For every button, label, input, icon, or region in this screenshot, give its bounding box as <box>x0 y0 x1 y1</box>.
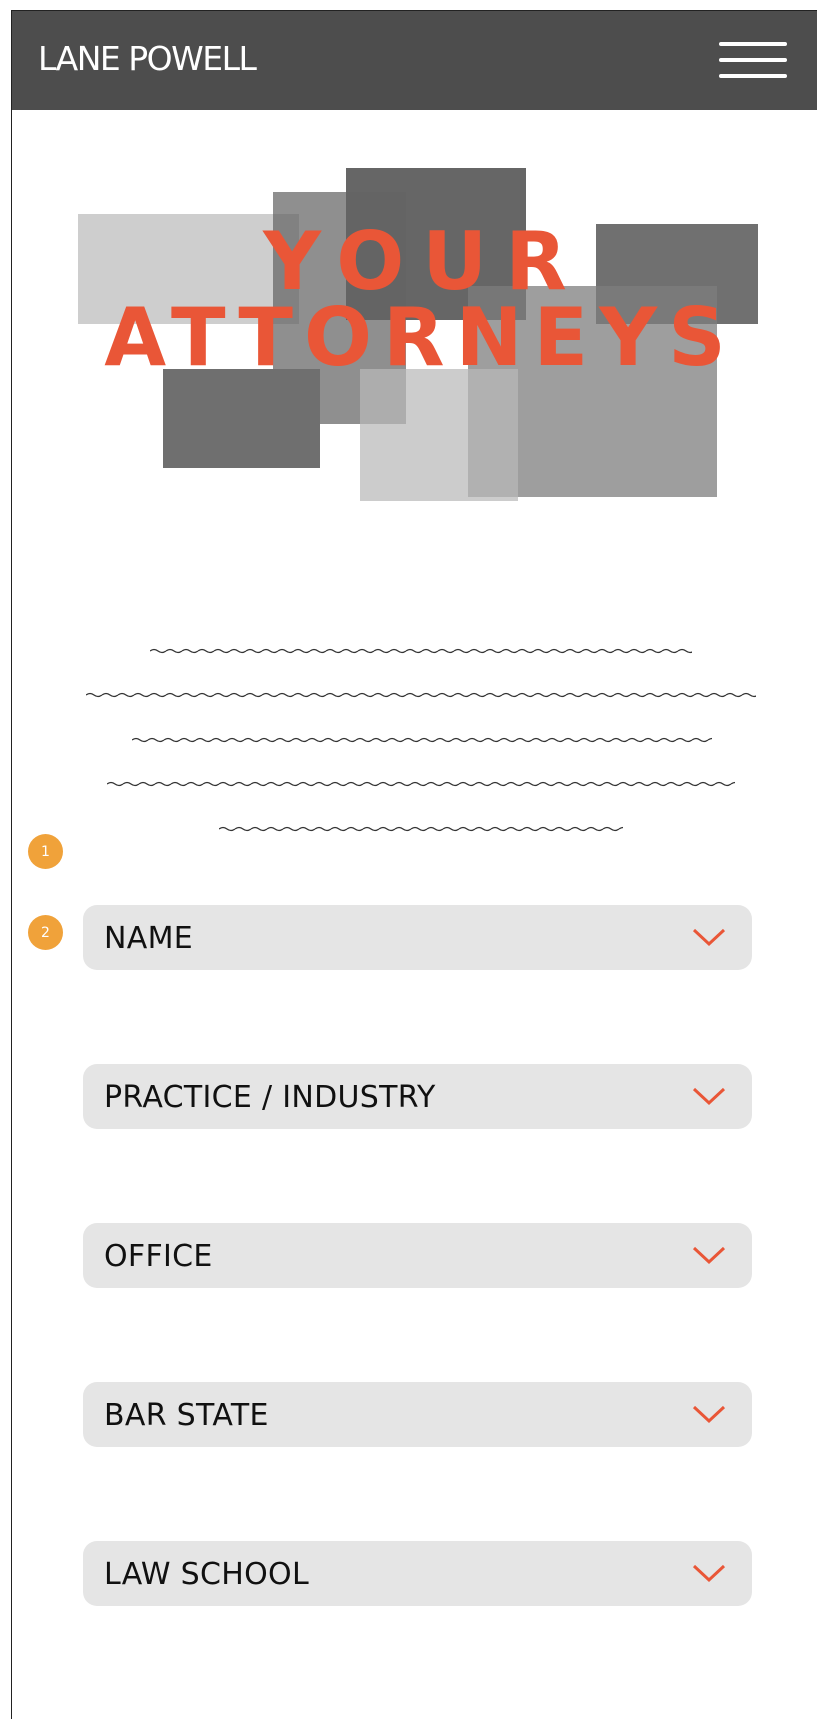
page-frame: LANE POWELL YOUR ATTORNEYS 1 2 NAME PRAC… <box>11 10 817 1719</box>
chevron-down-icon <box>692 928 726 947</box>
filter-label: LAW SCHOOL <box>104 1557 309 1592</box>
office-filter-dropdown[interactable]: OFFICE <box>83 1223 752 1288</box>
name-filter-dropdown[interactable]: NAME <box>83 905 752 970</box>
bar-state-filter-dropdown[interactable]: BAR STATE <box>83 1382 752 1447</box>
decorative-block <box>360 369 518 501</box>
hamburger-menu-icon <box>719 42 787 46</box>
chevron-down-icon <box>692 1405 726 1424</box>
law-school-filter-dropdown[interactable]: LAW SCHOOL <box>83 1541 752 1606</box>
placeholder-text-line <box>219 826 623 832</box>
filter-label: OFFICE <box>104 1239 213 1274</box>
placeholder-text-line <box>107 781 735 787</box>
hero-title-line-2: ATTORNEYS <box>104 291 737 384</box>
practice-industry-filter-dropdown[interactable]: PRACTICE / INDUSTRY <box>83 1064 752 1129</box>
hamburger-menu-button[interactable] <box>719 42 787 82</box>
annotation-badge-1: 1 <box>28 834 63 869</box>
filter-label: PRACTICE / INDUSTRY <box>104 1080 436 1115</box>
filter-label: BAR STATE <box>104 1398 269 1433</box>
annotation-badge-2: 2 <box>28 915 63 950</box>
placeholder-text-line <box>86 692 756 698</box>
chevron-down-icon <box>692 1246 726 1265</box>
chevron-down-icon <box>692 1564 726 1583</box>
site-logo[interactable]: LANE POWELL <box>38 39 257 78</box>
filter-label: NAME <box>104 921 194 956</box>
hero-banner: YOUR ATTORNEYS <box>12 110 817 570</box>
placeholder-text-line <box>132 737 712 743</box>
placeholder-text-line <box>150 648 692 654</box>
top-navigation-bar: LANE POWELL <box>12 11 817 110</box>
chevron-down-icon <box>692 1087 726 1106</box>
hero-title-line-1: YOUR <box>263 215 585 308</box>
